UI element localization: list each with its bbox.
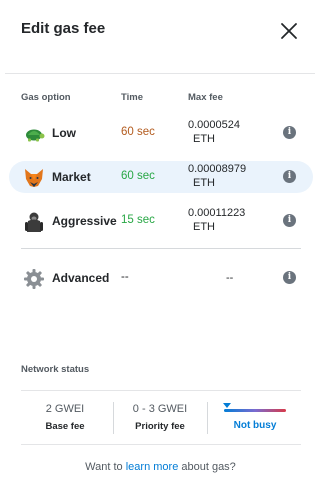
busy-meter bbox=[223, 403, 286, 415]
info-icon[interactable]: i bbox=[283, 170, 296, 183]
fee-unit: ETH bbox=[193, 133, 215, 145]
network-status-label: Network status bbox=[21, 364, 90, 375]
priority-fee-value: 0 - 3 GWEI bbox=[132, 403, 188, 415]
info-icon[interactable]: i bbox=[283, 126, 296, 139]
network-divider-top bbox=[21, 390, 301, 391]
footer-text: Want to learn more about gas? bbox=[0, 461, 321, 473]
gas-option-time: -- bbox=[121, 271, 129, 283]
info-icon[interactable]: i bbox=[283, 214, 296, 227]
gas-option-name: Advanced bbox=[52, 271, 110, 285]
column-header-max-fee: Max fee bbox=[188, 92, 223, 103]
fee-value: 0.00008979 bbox=[188, 163, 247, 175]
priority-fee-label: Priority fee bbox=[135, 421, 185, 432]
modal-title: Edit gas fee bbox=[21, 20, 106, 37]
fee-unit: ETH bbox=[193, 221, 215, 233]
close-icon[interactable] bbox=[278, 20, 300, 42]
gas-option-name: Aggressive bbox=[52, 214, 117, 228]
footer-suffix: about gas? bbox=[178, 461, 236, 473]
base-fee-value: 2 GWEI bbox=[45, 403, 85, 415]
gorilla-icon bbox=[25, 212, 43, 232]
fee-value: 0.00011223 bbox=[188, 207, 246, 219]
footer-prefix: Want to bbox=[85, 461, 126, 473]
gas-option-aggressive[interactable]: Aggressive 15 sec 0.00011223 ETH i bbox=[9, 205, 313, 237]
base-fee-label: Base fee bbox=[45, 421, 85, 432]
gas-option-max-fee: 0.0000524 ETH bbox=[188, 118, 240, 146]
info-icon[interactable]: i bbox=[283, 271, 296, 284]
gear-icon bbox=[24, 269, 44, 289]
gas-option-name: Market bbox=[52, 170, 91, 184]
fee-unit: ETH bbox=[193, 177, 215, 189]
gas-option-max-fee: 0.00008979 ETH bbox=[188, 162, 246, 190]
column-header-gas-option: Gas option bbox=[21, 92, 71, 103]
busy-marker bbox=[223, 403, 232, 408]
priority-fee-stat: 0 - 3 GWEI Priority fee bbox=[115, 403, 205, 432]
gas-option-low[interactable]: Low 60 sec 0.0000524 ETH i bbox=[9, 117, 313, 149]
gas-option-name: Low bbox=[52, 126, 76, 140]
header-divider bbox=[5, 73, 315, 74]
network-busy-status: Not busy bbox=[218, 403, 292, 431]
options-divider bbox=[21, 248, 301, 249]
gas-option-max-fee: -- bbox=[226, 271, 233, 285]
fee-value: -- bbox=[226, 272, 234, 284]
network-separator bbox=[113, 402, 114, 434]
busy-gradient bbox=[224, 409, 286, 412]
network-separator bbox=[207, 402, 208, 434]
learn-more-link[interactable]: learn more bbox=[126, 461, 179, 473]
gas-option-time: 15 sec bbox=[121, 214, 155, 226]
network-divider-bottom bbox=[21, 444, 301, 445]
modal-header: Edit gas fee bbox=[0, 0, 321, 62]
gas-option-time: 60 sec bbox=[121, 170, 155, 182]
busy-label[interactable]: Not busy bbox=[218, 420, 292, 431]
turtle-icon bbox=[26, 129, 45, 142]
gas-option-advanced[interactable]: Advanced -- -- i bbox=[9, 262, 313, 294]
fox-icon bbox=[25, 169, 43, 187]
gas-option-market[interactable]: Market 60 sec 0.00008979 ETH i bbox=[9, 161, 313, 193]
column-header-time: Time bbox=[121, 92, 144, 103]
gas-option-time: 60 sec bbox=[121, 126, 155, 138]
gas-option-max-fee: 0.00011223 ETH bbox=[188, 206, 245, 234]
fee-value: 0.0000524 bbox=[188, 119, 240, 131]
base-fee-stat: 2 GWEI Base fee bbox=[20, 403, 110, 432]
